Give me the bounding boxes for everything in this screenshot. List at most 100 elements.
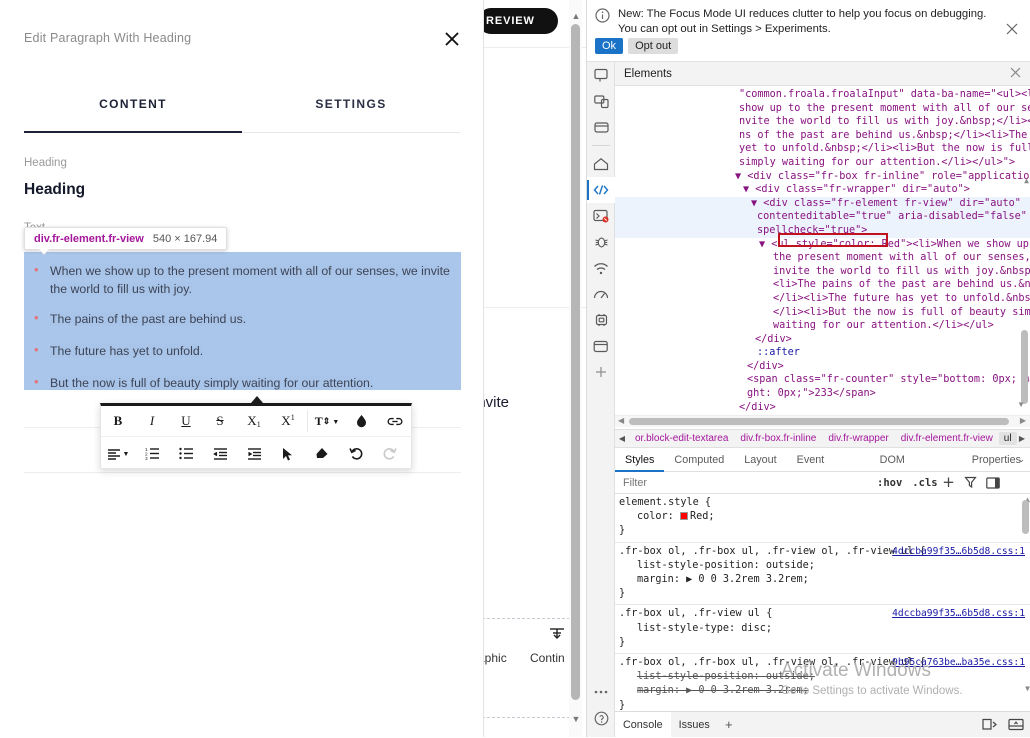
tab-computed[interactable]: Computed — [664, 448, 734, 472]
dom-line[interactable]: </li><li>But the now is full of beauty s… — [615, 306, 1030, 320]
performance-icon[interactable] — [587, 281, 615, 307]
undo-icon[interactable] — [339, 439, 373, 468]
dom-line[interactable]: ▼ <div class="fr-box fr-inline" role="ap… — [615, 170, 1030, 184]
dom-line[interactable]: ▼ <div class="fr-wrapper" dir="auto"> — [615, 183, 1030, 197]
dom-line[interactable]: <li>The pains of the past are behind us.… — [615, 278, 1030, 292]
tab-event-listeners[interactable]: Event Listeners — [787, 448, 870, 490]
inspect-element-icon[interactable] — [587, 62, 615, 88]
add-panel-icon[interactable] — [587, 359, 615, 385]
dom-line-pseudo[interactable]: ::after — [615, 346, 1030, 360]
style-rule[interactable]: element.style { color: Red; } — [615, 494, 1030, 543]
font-size-icon[interactable]: T ⇕ ▼ — [310, 407, 344, 436]
home-icon[interactable] — [587, 151, 615, 177]
notice-close-icon[interactable] — [1005, 22, 1023, 40]
style-rule[interactable]: 4dccba99f35…6b5d8.css:1 .fr-box ul, .fr-… — [615, 605, 1030, 655]
dom-line[interactable]: nvite the world to fill us with joy.&nbs… — [615, 115, 1030, 129]
hov-toggle[interactable]: :hov — [877, 477, 902, 489]
elements-code-icon[interactable] — [587, 177, 615, 203]
toggle-sidebar-icon[interactable] — [982, 474, 1004, 492]
dom-line[interactable]: yet to unfold.&nbsp;</li><li>But the now… — [615, 142, 1030, 156]
notice-opt-out-button[interactable]: Opt out — [628, 38, 679, 54]
dom-line[interactable]: the present moment with all of our sense… — [615, 251, 1030, 265]
bold-icon[interactable]: B — [101, 407, 135, 436]
panel-close-icon[interactable] — [1009, 66, 1025, 82]
tab-dom-breakpoints[interactable]: DOM Breakpoints — [870, 448, 962, 490]
breadcrumb-item[interactable]: div.fr-box.fr-inline — [734, 433, 822, 444]
subscript-icon[interactable]: X1 — [237, 407, 271, 436]
sources-bug-icon[interactable] — [587, 229, 615, 255]
dom-line[interactable]: show up to the present moment with all o… — [615, 102, 1030, 116]
tab-content[interactable]: CONTENT — [24, 97, 242, 130]
computed-style-sidebar-icon[interactable] — [960, 474, 982, 492]
heading-field-value[interactable]: Heading — [24, 181, 85, 199]
page-scroll-up-arrow[interactable]: ▲ — [571, 10, 581, 22]
dock-side-icon[interactable] — [979, 716, 1001, 734]
list-item[interactable]: When we show up to the present moment wi… — [34, 261, 453, 298]
close-icon[interactable] — [439, 26, 465, 52]
styles-pane[interactable]: element.style { color: Red; } 4dccba99f3… — [615, 494, 1030, 710]
style-declaration-overridden[interactable]: list-style-position: outside; — [619, 670, 1030, 684]
network-icon[interactable] — [587, 255, 615, 281]
breadcrumb-item-current[interactable]: ul — [998, 432, 1017, 445]
clear-formatting-eraser-icon[interactable] — [305, 439, 339, 468]
tab-layout[interactable]: Layout — [734, 448, 786, 472]
dom-line[interactable]: invite the world to fill us with joy.&nb… — [615, 265, 1030, 279]
italic-icon[interactable]: I — [135, 407, 169, 436]
drawer-tab-issues[interactable]: Issues — [671, 712, 718, 738]
breadcrumb-item[interactable]: or.block-edit-textarea — [629, 433, 734, 444]
help-icon[interactable] — [587, 705, 615, 731]
style-declaration-overridden[interactable]: margin: ▶ 0 0 3.2rem 3.2rem; — [619, 684, 1030, 698]
superscript-icon[interactable]: X1 — [271, 407, 305, 436]
drawer-tab-console[interactable]: Console — [615, 711, 671, 738]
style-declaration[interactable]: list-style-type: disc; — [619, 622, 1030, 636]
select-all-cursor-icon[interactable] — [271, 439, 305, 468]
more-options-icon[interactable] — [587, 679, 615, 705]
dom-hscroll-right-arrow[interactable]: ▶ — [1020, 416, 1026, 425]
dom-line[interactable]: </li><li>The future has yet to unfold.&n… — [615, 292, 1030, 306]
ordered-list-icon[interactable]: 1 2 3 — [135, 439, 169, 468]
color-swatch[interactable] — [679, 512, 688, 521]
declaration-value[interactable]: disc — [741, 623, 766, 634]
align-icon[interactable]: ▼ — [101, 439, 135, 468]
notice-ok-button[interactable]: Ok — [595, 38, 624, 54]
strikethrough-icon[interactable]: S — [203, 407, 237, 436]
dom-line[interactable]: </div> — [615, 360, 1030, 374]
stylesheet-source-link[interactable]: 4dccba99f35…6b5d8.css:1 — [892, 607, 1025, 621]
declaration-value[interactable]: outside — [766, 560, 809, 571]
declaration-value[interactable]: outside — [766, 671, 809, 682]
cls-toggle[interactable]: .cls — [912, 477, 937, 489]
underline-icon[interactable]: U — [169, 407, 203, 436]
window-icon[interactable] — [587, 114, 615, 140]
breadcrumb-item[interactable]: div.fr-wrapper — [822, 433, 894, 444]
new-style-rule-icon[interactable] — [938, 474, 960, 492]
dom-line-selected[interactable]: contenteditable="true" aria-disabled="fa… — [615, 210, 1030, 224]
outdent-icon[interactable] — [203, 439, 237, 468]
drawer-add-tab-icon[interactable]: + — [718, 717, 740, 732]
stylesheet-source-link[interactable]: 4dccba99f35…6b5d8.css:1 — [892, 545, 1025, 559]
declaration-value[interactable]: Red — [690, 511, 708, 522]
dom-line[interactable]: </div> — [615, 401, 1030, 415]
memory-icon[interactable] — [587, 307, 615, 333]
style-rule[interactable]: 9b95ca763be…ba35e.css:1 .fr-box ol, .fr-… — [615, 654, 1030, 710]
dom-line[interactable]: waiting for our attention.</li></ul> — [615, 319, 1030, 333]
style-rule[interactable]: 4dccba99f35…6b5d8.css:1 .fr-box ol, .fr-… — [615, 543, 1030, 606]
redo-icon[interactable] — [373, 439, 407, 468]
page-scroll-down-arrow[interactable]: ▼ — [571, 713, 581, 725]
style-declaration[interactable]: margin: ▶ 0 0 3.2rem 3.2rem; — [619, 573, 1030, 587]
stylesheet-source-link[interactable]: 9b95ca763be…ba35e.css:1 — [892, 656, 1025, 670]
styles-scrollbar-thumb[interactable] — [1022, 500, 1029, 534]
style-declaration[interactable]: color: Red; — [619, 510, 1030, 524]
styles-filter-input[interactable] — [615, 475, 877, 490]
breadcrumb-prev-icon[interactable]: ◀ — [615, 434, 629, 443]
page-scrollbar-thumb[interactable] — [571, 24, 580, 700]
insert-link-icon[interactable] — [378, 407, 412, 436]
froala-editor-content[interactable]: When we show up to the present moment wi… — [24, 252, 461, 392]
dom-line[interactable]: <span class="fr-counter" style="bottom: … — [615, 373, 1030, 387]
dom-tree[interactable]: "common.froala.froalaInput" data-ba-name… — [615, 86, 1030, 421]
breadcrumb-item[interactable]: div.fr-element.fr-view — [895, 433, 999, 444]
unordered-list-icon[interactable] — [169, 439, 203, 468]
console-error-icon[interactable] — [587, 203, 615, 229]
dom-hscroll-thumb[interactable] — [629, 418, 1009, 425]
list-item[interactable]: But the now is full of beauty simply wai… — [34, 373, 453, 392]
dom-scrollbar-thumb[interactable] — [1021, 330, 1028, 404]
